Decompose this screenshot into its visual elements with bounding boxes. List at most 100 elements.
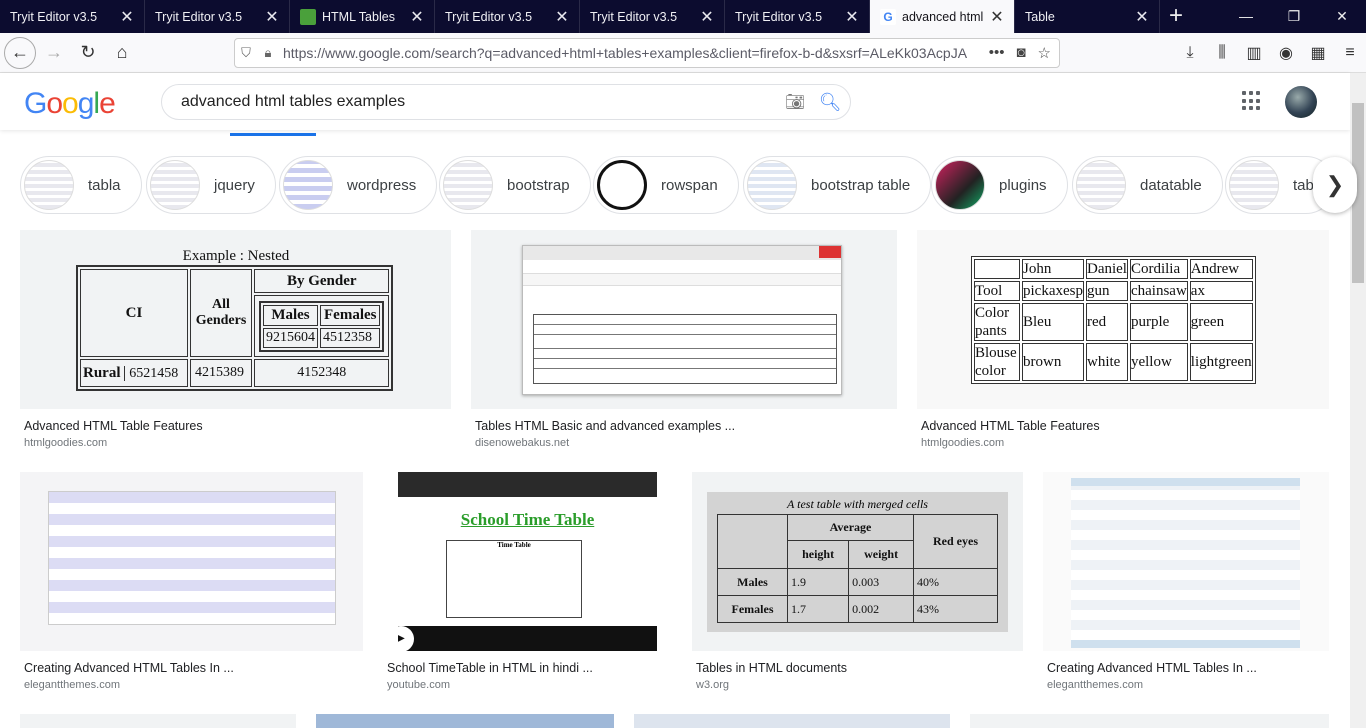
result-thumbnail[interactable]: School Time Table Time Table ▶ xyxy=(398,472,657,651)
image-result[interactable]: Tables HTML Basic and advanced examples … xyxy=(471,230,897,455)
search-query[interactable]: advanced html tables examples xyxy=(181,93,780,111)
result-title[interactable]: Creating Advanced HTML Tables In ... xyxy=(1047,661,1257,675)
search-input[interactable]: advanced html tables examples 📷︎ 🔍︎ xyxy=(161,84,851,120)
result-thumbnail[interactable] xyxy=(970,714,1329,728)
close-icon[interactable]: ✕ xyxy=(116,7,138,27)
play-icon[interactable]: ▶ xyxy=(398,626,414,651)
tab-label: Tryit Editor v3.5 xyxy=(590,9,678,24)
browser-tab-active[interactable]: Gadvanced html ✕ xyxy=(870,0,1015,33)
close-icon[interactable]: ✕ xyxy=(841,7,863,27)
chip-bootstrap-table[interactable]: bootstrap table xyxy=(743,156,932,214)
result-thumbnail[interactable]: Example : Nested CI All Genders By Gende… xyxy=(20,230,451,409)
chip-tabla[interactable]: tabla xyxy=(20,156,142,214)
image-result[interactable]: A test table with merged cells Average R… xyxy=(692,472,1023,697)
screenshot-table xyxy=(533,314,837,384)
search-icon[interactable]: 🔍︎ xyxy=(810,92,850,113)
image-result[interactable]: Creating Advanced HTML Tables In ... ele… xyxy=(20,472,363,697)
browser-tab[interactable]: Table ✕ xyxy=(1015,0,1160,33)
result-thumbnail[interactable] xyxy=(634,714,950,728)
sidebar-icon[interactable]: ▥ xyxy=(1238,43,1270,63)
browser-tab[interactable]: Tryit Editor v3.5 ✕ xyxy=(725,0,870,33)
chip-wordpress[interactable]: wordpress xyxy=(279,156,438,214)
extensions-icon[interactable]: ▦ xyxy=(1302,43,1334,63)
result-thumbnail[interactable] xyxy=(471,230,897,409)
table-cell: 9215604 xyxy=(263,327,318,348)
window-close-icon[interactable]: ✕ xyxy=(1318,0,1366,33)
result-thumbnail[interactable] xyxy=(316,714,614,728)
browser-tab[interactable]: Tryit Editor v3.5 ✕ xyxy=(580,0,725,33)
restore-icon[interactable]: ❐ xyxy=(1270,0,1318,33)
close-icon[interactable]: ✕ xyxy=(551,7,573,27)
more-actions-icon[interactable]: ••• xyxy=(989,44,1005,62)
reload-icon[interactable]: ↻ xyxy=(72,37,104,69)
new-tab-plus-icon[interactable]: + xyxy=(1160,0,1192,33)
result-source[interactable]: htmlgoodies.com xyxy=(24,437,107,449)
result-source[interactable]: htmlgoodies.com xyxy=(921,437,1004,449)
result-source[interactable]: youtube.com xyxy=(387,679,450,691)
image-result[interactable]: Creating Advanced HTML Tables In ... ele… xyxy=(1043,472,1329,697)
chip-thumbnail xyxy=(1076,160,1126,210)
url-text[interactable]: https://www.google.com/search?q=advanced… xyxy=(279,45,989,61)
close-icon[interactable]: ✕ xyxy=(406,7,428,27)
chip-rowspan[interactable]: rowspan xyxy=(593,156,739,214)
minimize-icon[interactable]: — xyxy=(1222,0,1270,33)
result-thumbnail[interactable] xyxy=(20,714,296,728)
video-browser-bar xyxy=(398,472,657,497)
close-icon[interactable]: ✕ xyxy=(261,7,283,27)
shield-icon[interactable]: ⛉ xyxy=(235,45,257,61)
download-icon[interactable]: ⤓ xyxy=(1174,44,1206,62)
result-title[interactable]: Tables in HTML documents xyxy=(696,661,847,675)
chip-jquery[interactable]: jquery xyxy=(146,156,276,214)
close-icon[interactable]: ✕ xyxy=(986,7,1008,27)
library-icon[interactable]: ⫼ xyxy=(1206,44,1238,62)
back-arrow-icon[interactable]: ← xyxy=(4,36,36,69)
avatar[interactable] xyxy=(1285,86,1317,118)
image-result[interactable]: John Daniel Cordilia Andrew Tool pickaxe… xyxy=(917,230,1329,455)
table-cell: purple xyxy=(1129,303,1188,341)
result-source[interactable]: elegantthemes.com xyxy=(1047,679,1143,691)
result-thumbnail[interactable] xyxy=(20,472,363,651)
menu-hamburger-icon[interactable]: ≡ xyxy=(1334,44,1366,62)
google-logo[interactable]: Google xyxy=(24,87,116,121)
image-result[interactable]: Example : Nested CI All Genders By Gende… xyxy=(20,230,451,455)
bookmark-star-icon[interactable]: ☆ xyxy=(1038,44,1051,62)
chip-plugins[interactable]: plugins xyxy=(931,156,1068,214)
browser-tab[interactable]: Tryit Editor v3.5 ✕ xyxy=(0,0,145,33)
close-icon[interactable]: ✕ xyxy=(1131,7,1153,27)
html-tables-favicon-icon xyxy=(300,8,316,25)
result-thumbnail[interactable] xyxy=(1043,472,1329,651)
result-title[interactable]: School TimeTable in HTML in hindi ... xyxy=(387,661,593,675)
table-cell: By Gender xyxy=(254,269,390,293)
result-source[interactable]: elegantthemes.com xyxy=(24,679,120,691)
camera-search-icon[interactable]: 📷︎ xyxy=(780,92,810,112)
chip-datatable[interactable]: datatable xyxy=(1072,156,1223,214)
browser-tab[interactable]: HTML Tables ✕ xyxy=(290,0,435,33)
lock-icon[interactable]: 🔒︎ xyxy=(257,45,279,61)
result-title[interactable]: Creating Advanced HTML Tables In ... xyxy=(24,661,234,675)
result-title[interactable]: Advanced HTML Table Features xyxy=(24,419,203,433)
google-apps-icon[interactable] xyxy=(1242,91,1262,111)
table-cell: 0.003 xyxy=(848,568,914,596)
forward-arrow-icon[interactable]: → xyxy=(38,37,70,69)
result-source[interactable]: w3.org xyxy=(696,679,729,691)
thumbnail-table: Average Red eyes height weight Males 1.9… xyxy=(717,514,998,623)
chevron-right-icon[interactable]: ❯ xyxy=(1313,157,1357,213)
browser-tab[interactable]: Tryit Editor v3.5 ✕ xyxy=(435,0,580,33)
result-source[interactable]: disenowebakus.net xyxy=(475,437,569,449)
result-thumbnail[interactable]: John Daniel Cordilia Andrew Tool pickaxe… xyxy=(917,230,1329,409)
table-cell: Cordilia xyxy=(1129,259,1188,279)
image-result[interactable]: School Time Table Time Table ▶ School Ti… xyxy=(383,472,657,697)
result-thumbnail[interactable]: A test table with merged cells Average R… xyxy=(692,472,1023,651)
result-title[interactable]: Tables HTML Basic and advanced examples … xyxy=(475,419,735,433)
thumbnail-heading: School Time Table xyxy=(460,510,595,529)
browser-tab[interactable]: Tryit Editor v3.5 ✕ xyxy=(145,0,290,33)
close-icon[interactable]: ✕ xyxy=(696,7,718,27)
home-icon[interactable]: ⌂ xyxy=(106,37,138,69)
screenshot-titlebar xyxy=(523,246,841,260)
timetable-caption: Time Table xyxy=(497,541,531,549)
url-bar[interactable]: ⛉ 🔒︎ https://www.google.com/search?q=adv… xyxy=(234,38,1060,68)
chip-bootstrap[interactable]: bootstrap xyxy=(439,156,591,214)
account-icon[interactable]: ◉ xyxy=(1270,43,1302,63)
pocket-icon[interactable]: ◙ xyxy=(1016,44,1025,62)
result-title[interactable]: Advanced HTML Table Features xyxy=(921,419,1100,433)
